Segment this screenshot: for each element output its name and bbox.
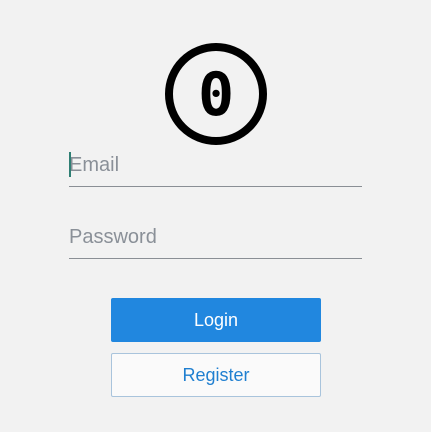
zero-circle-logo-icon: 0 — [164, 42, 268, 146]
password-field-container — [69, 218, 362, 259]
login-button[interactable]: Login — [111, 298, 321, 342]
password-field[interactable] — [69, 218, 362, 256]
login-screen: 0 Login Register — [0, 0, 431, 432]
register-button[interactable]: Register — [111, 353, 321, 397]
text-caret — [69, 152, 71, 177]
email-field[interactable] — [69, 146, 362, 184]
email-field-container — [69, 146, 362, 187]
logo-glyph: 0 — [198, 60, 234, 130]
